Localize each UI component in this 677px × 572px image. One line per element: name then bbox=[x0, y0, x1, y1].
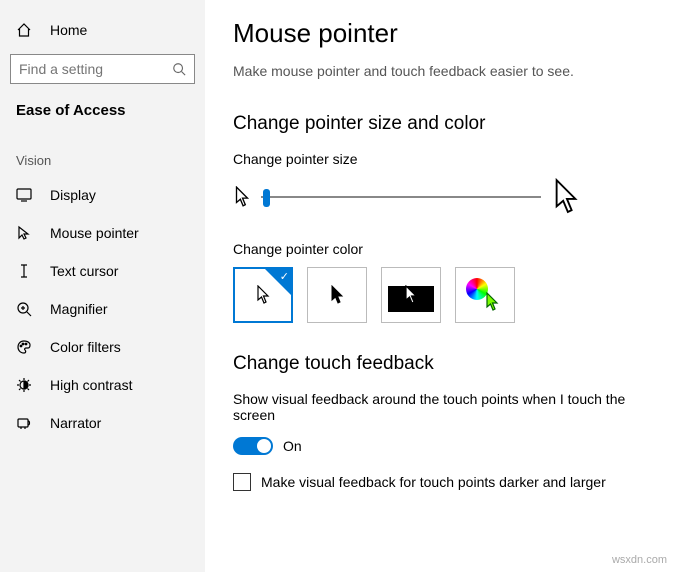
home-button[interactable]: Home bbox=[0, 14, 205, 46]
toggle-knob bbox=[257, 439, 271, 453]
sidebar-item-high-contrast[interactable]: High contrast bbox=[0, 366, 205, 404]
sidebar: Home Ease of Access Vision Display Mouse… bbox=[0, 0, 205, 572]
page-description: Make mouse pointer and touch feedback ea… bbox=[233, 63, 649, 79]
cursor-icon bbox=[16, 225, 32, 241]
touch-description: Show visual feedback around the touch po… bbox=[233, 391, 633, 423]
sidebar-item-display[interactable]: Display bbox=[0, 176, 205, 214]
watermark: wsxdn.com bbox=[612, 554, 667, 566]
sidebar-item-label: Magnifier bbox=[50, 301, 108, 317]
sidebar-item-label: Narrator bbox=[50, 415, 101, 431]
sidebar-item-label: Mouse pointer bbox=[50, 225, 139, 241]
home-icon bbox=[16, 22, 32, 38]
display-icon bbox=[16, 187, 32, 203]
toggle-label: On bbox=[283, 438, 302, 454]
sidebar-item-label: Display bbox=[50, 187, 96, 203]
touch-toggle-row: On bbox=[233, 437, 649, 455]
pointer-color-row bbox=[233, 267, 649, 323]
sidebar-item-label: High contrast bbox=[50, 377, 132, 393]
group-label: Vision bbox=[0, 139, 205, 176]
pointer-color-black[interactable] bbox=[307, 267, 367, 323]
sidebar-item-color-filters[interactable]: Color filters bbox=[0, 328, 205, 366]
sidebar-item-label: Color filters bbox=[50, 339, 121, 355]
darker-larger-row: Make visual feedback for touch points da… bbox=[233, 473, 649, 491]
search-field[interactable] bbox=[19, 61, 159, 77]
text-cursor-icon bbox=[16, 263, 32, 279]
section-size-color: Change pointer size and color bbox=[233, 113, 649, 135]
checkbox-label: Make visual feedback for touch points da… bbox=[261, 474, 606, 490]
magnifier-icon bbox=[16, 301, 32, 317]
cursor-small-icon bbox=[233, 186, 251, 208]
search-icon bbox=[172, 62, 186, 76]
touch-feedback-toggle[interactable] bbox=[233, 437, 273, 455]
cursor-large-icon bbox=[551, 177, 581, 217]
sidebar-item-label: Text cursor bbox=[50, 263, 118, 279]
sidebar-item-mouse-pointer[interactable]: Mouse pointer bbox=[0, 214, 205, 252]
category-title: Ease of Access bbox=[0, 98, 205, 139]
pointer-color-white[interactable] bbox=[233, 267, 293, 323]
search-input[interactable] bbox=[10, 54, 195, 84]
main-panel: Mouse pointer Make mouse pointer and tou… bbox=[205, 0, 677, 572]
darker-larger-checkbox[interactable] bbox=[233, 473, 251, 491]
search-container bbox=[0, 46, 205, 98]
palette-icon bbox=[16, 339, 32, 355]
sidebar-item-narrator[interactable]: Narrator bbox=[0, 404, 205, 442]
home-label: Home bbox=[50, 22, 87, 38]
selected-check-icon bbox=[265, 269, 291, 295]
pointer-size-slider[interactable] bbox=[261, 187, 541, 207]
pointer-color-custom[interactable] bbox=[455, 267, 515, 323]
pointer-size-row bbox=[233, 177, 649, 217]
contrast-icon bbox=[16, 377, 32, 393]
page-title: Mouse pointer bbox=[233, 18, 649, 49]
sidebar-item-magnifier[interactable]: Magnifier bbox=[0, 290, 205, 328]
section-touch-feedback: Change touch feedback bbox=[233, 353, 649, 375]
slider-thumb[interactable] bbox=[263, 189, 270, 207]
size-label: Change pointer size bbox=[233, 151, 649, 167]
pointer-color-inverted[interactable] bbox=[381, 267, 441, 323]
narrator-icon bbox=[16, 415, 32, 431]
sidebar-item-text-cursor[interactable]: Text cursor bbox=[0, 252, 205, 290]
slider-track bbox=[261, 196, 541, 198]
color-label: Change pointer color bbox=[233, 241, 649, 257]
